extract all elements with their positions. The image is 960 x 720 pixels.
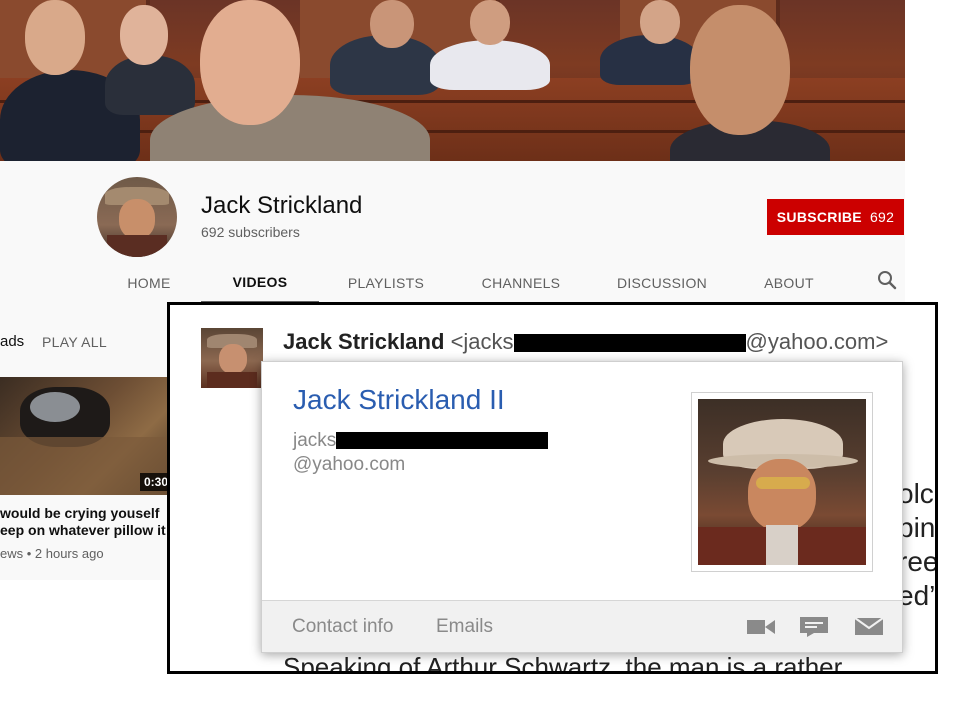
tab-discussion[interactable]: DISCUSSION [607, 262, 717, 304]
emails-link[interactable]: Emails [436, 616, 493, 638]
redaction-bar [513, 334, 746, 353]
channel-banner [0, 0, 905, 161]
mail-icon[interactable] [854, 615, 884, 642]
video-meta: ews • 2 hours ago [0, 546, 104, 561]
redaction-bar [336, 432, 549, 450]
channel-name: Jack Strickland [201, 192, 363, 219]
channel-avatar[interactable] [97, 177, 177, 257]
search-icon[interactable] [875, 268, 899, 292]
tab-playlists[interactable]: PLAYLISTS [338, 262, 434, 304]
channel-tabs: HOME VIDEOS PLAYLISTS CHANNELS DISCUSSIO… [0, 262, 905, 304]
sender-avatar[interactable] [201, 328, 263, 388]
body-line: ed’ [898, 580, 936, 611]
play-all-button[interactable]: PLAY ALL [42, 334, 107, 350]
subscribe-button[interactable]: SUBSCRIBE 692 [767, 199, 904, 235]
video-title[interactable]: would be crying youself [0, 505, 159, 521]
subscribe-count: 692 [869, 209, 895, 225]
sender-email-suffix: @yahoo.com> [745, 329, 889, 354]
tab-videos[interactable]: VIDEOS [201, 262, 319, 304]
contact-email: jacks [293, 430, 549, 452]
email-body-line: Speaking of Arthur Schwartz, the man is … [283, 652, 843, 674]
chat-icon[interactable] [799, 615, 829, 642]
sender-name[interactable]: Jack Strickland [283, 329, 444, 354]
email-body-fragment: olc pin ree ed’ [898, 477, 938, 613]
section-title: ads [0, 333, 25, 350]
email-screenshot-overlay: Jack Strickland <jacks @yahoo.com> olc pi… [167, 302, 938, 674]
contact-card-footer: Contact info Emails [262, 600, 902, 652]
subscribe-label: SUBSCRIBE [776, 209, 862, 225]
subscriber-count: 692 subscribers [201, 224, 300, 240]
contact-photo [691, 392, 873, 572]
body-line: olc [898, 478, 934, 509]
sender-line: Jack Strickland <jacks @yahoo.com> [283, 329, 888, 355]
body-line: ree [898, 546, 938, 577]
tab-channels[interactable]: CHANNELS [470, 262, 572, 304]
video-title-continued[interactable]: eep on whatever pillow it [0, 522, 166, 538]
tab-about[interactable]: ABOUT [752, 262, 826, 304]
contact-hovercard: Jack Strickland II jacks @yahoo.com Cont… [261, 361, 903, 653]
tab-home[interactable]: HOME [110, 262, 188, 304]
contact-info-link[interactable]: Contact info [292, 616, 393, 638]
contact-email-domain: @yahoo.com [293, 454, 406, 475]
contact-name[interactable]: Jack Strickland II [293, 384, 505, 416]
body-line: pin [898, 512, 936, 543]
video-call-icon[interactable] [746, 615, 776, 642]
contact-email-prefix: jacks [293, 430, 337, 451]
sender-email-prefix: <jacks [450, 329, 514, 354]
